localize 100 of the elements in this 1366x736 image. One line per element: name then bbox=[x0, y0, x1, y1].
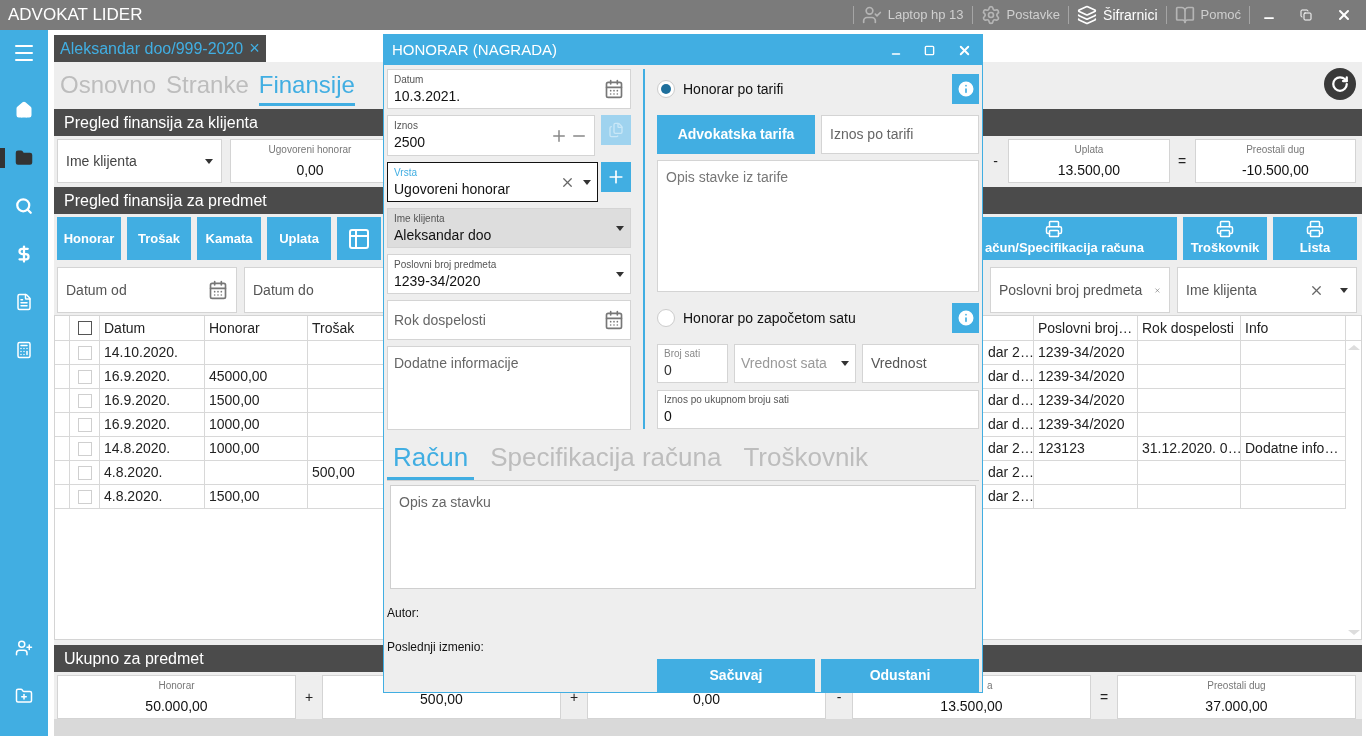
operator: - bbox=[992, 151, 999, 171]
table-cell-text: 4.8.2020. bbox=[104, 487, 163, 506]
tariff-amount-field[interactable]: Iznos po tarifi bbox=[821, 115, 979, 154]
column-header[interactable]: Rok dospelosti bbox=[1138, 316, 1241, 340]
home-icon bbox=[15, 101, 33, 119]
close-icon[interactable]: × bbox=[249, 35, 260, 62]
table-cell-text: 1239-34/2020 bbox=[1038, 415, 1125, 434]
table-cell-text: dar 2… bbox=[988, 343, 1033, 362]
date-field[interactable]: Datum od bbox=[57, 267, 237, 313]
caret-icon bbox=[205, 158, 213, 164]
type-dropdown[interactable]: Vrsta Ugovoreni honorar bbox=[387, 162, 598, 202]
info-button[interactable] bbox=[952, 303, 979, 333]
radio-option[interactable]: Honorar po započetom satu bbox=[657, 307, 856, 329]
tariff-description-field[interactable]: Opis stavke iz tarife bbox=[657, 160, 979, 292]
date-field[interactable]: Datum do bbox=[244, 267, 383, 313]
table-cell-text: 1500,00 bbox=[209, 391, 260, 410]
document-icon bbox=[15, 293, 33, 311]
calculator-icon bbox=[15, 341, 33, 359]
table-cell-text: 500,00 bbox=[312, 463, 355, 482]
add-button[interactable] bbox=[601, 162, 631, 192]
app-title: ADVOKAT LIDER bbox=[7, 4, 143, 27]
operator: + bbox=[303, 687, 315, 707]
table-cell-text: 1500,00 bbox=[209, 487, 260, 506]
printer-icon bbox=[1306, 219, 1324, 238]
calendar-icon bbox=[604, 310, 624, 330]
table-cell-text: dar 2… bbox=[988, 487, 1033, 506]
date-field[interactable]: Datum 10.3.2021. bbox=[387, 69, 631, 109]
table-cell-text: 16.9.2020. bbox=[104, 391, 171, 410]
info-button[interactable] bbox=[952, 74, 979, 104]
table-cell-text: dar d… bbox=[988, 391, 1033, 410]
menu-item[interactable]: Šifrarnici bbox=[1069, 0, 1166, 30]
total-label: Preostali dug bbox=[1246, 142, 1305, 157]
table-cell-text: dar d… bbox=[988, 367, 1033, 386]
table-cell-text: dar d… bbox=[988, 415, 1033, 434]
calendar-icon bbox=[208, 280, 228, 300]
caret-icon bbox=[616, 271, 624, 277]
book-icon bbox=[1174, 5, 1195, 25]
calendar-icon bbox=[604, 79, 624, 99]
total-value: 500,00 bbox=[420, 689, 463, 709]
operator: = bbox=[1177, 151, 1188, 171]
close-icon[interactable] bbox=[1336, 7, 1352, 23]
operator: = bbox=[1098, 687, 1110, 707]
refresh-button[interactable] bbox=[1324, 68, 1356, 100]
caret-icon bbox=[583, 179, 591, 185]
amount-field[interactable]: Iznos 2500 bbox=[387, 115, 595, 156]
checkbox[interactable] bbox=[77, 321, 92, 335]
total-value: 0,00 bbox=[296, 160, 324, 180]
printer-icon bbox=[1216, 219, 1234, 238]
total-label: Uplata bbox=[1074, 142, 1104, 157]
table-cell-text: dar 2… bbox=[988, 463, 1033, 482]
stack-icon bbox=[1077, 5, 1098, 25]
table-cell-text: 1239-34/2020 bbox=[1038, 343, 1125, 362]
hours-field[interactable]: Broj sati 0 bbox=[657, 344, 728, 383]
table-cell-text: 4.8.2020. bbox=[104, 463, 163, 482]
info-icon bbox=[955, 79, 976, 99]
total-value: 0,00 bbox=[692, 689, 721, 709]
date-field[interactable]: Rok dospelosti bbox=[387, 300, 631, 340]
column-header[interactable]: Info bbox=[1241, 316, 1346, 340]
document-tab[interactable]: Aleksandar doo/999-2020 × bbox=[54, 35, 266, 62]
column-header[interactable]: Datum bbox=[100, 316, 205, 340]
table-cell-text: 123123 bbox=[1038, 439, 1085, 458]
copy-icon bbox=[608, 122, 624, 138]
settings-icon bbox=[980, 5, 1001, 25]
table-cell-text: 1239-34/2020 bbox=[1038, 391, 1125, 410]
scroll-down-icon[interactable] bbox=[1347, 630, 1360, 635]
radio-option[interactable]: Honorar po tarifi bbox=[657, 78, 784, 100]
scroll-up-icon[interactable] bbox=[1347, 345, 1360, 350]
caret-icon bbox=[1340, 287, 1348, 293]
restore-icon[interactable] bbox=[1300, 9, 1312, 21]
search-icon bbox=[15, 197, 33, 215]
hours-total-field[interactable]: Iznos po ukupnom broju sati 0 bbox=[657, 390, 979, 429]
client-dropdown[interactable]: Ime klijenta bbox=[57, 139, 222, 183]
total-value: 13.500,00 bbox=[1057, 160, 1120, 180]
dialog-title: HONORAR (NAGRADA) bbox=[392, 39, 557, 60]
total-value: 13.500,00 bbox=[940, 696, 1003, 716]
table-edit-button[interactable] bbox=[337, 217, 381, 260]
dropdown-field[interactable]: Poslovni broj predmeta 1239-34/2020 bbox=[387, 254, 631, 294]
refresh-icon bbox=[1331, 75, 1349, 93]
filter-field[interactable]: Ime klijenta bbox=[1177, 267, 1357, 313]
folder-icon bbox=[15, 149, 33, 167]
value-field[interactable]: Vrednost bbox=[862, 344, 979, 383]
info-icon bbox=[955, 308, 976, 328]
item-description-field[interactable]: Opis za stavku bbox=[390, 485, 976, 589]
hour-rate-dropdown[interactable]: Vrednost sata bbox=[734, 344, 856, 383]
column-header[interactable]: Poslovni broj… bbox=[1034, 316, 1138, 340]
table-cell-text: 14.10.2020. bbox=[104, 343, 178, 362]
caret-icon bbox=[841, 361, 849, 366]
notes-field[interactable]: Dodatne informacije bbox=[387, 346, 631, 430]
total-label: Honorar bbox=[158, 678, 195, 693]
table-cell-text: Dodatne info… bbox=[1245, 439, 1339, 458]
total-value: 37.000,00 bbox=[1205, 696, 1268, 716]
total-value: -10.500,00 bbox=[1241, 160, 1309, 180]
table-cell-text: 1239-34/2020 bbox=[1038, 367, 1125, 386]
dollar-icon bbox=[15, 245, 33, 263]
filter-field[interactable]: Poslovni broj predmeta bbox=[990, 267, 1170, 313]
maximize-icon[interactable] bbox=[924, 44, 935, 56]
section-title: Pregled finansija za predmet bbox=[64, 190, 267, 211]
selection-marker bbox=[0, 148, 5, 168]
table-cell-text: 45000,00 bbox=[209, 367, 268, 386]
column-header[interactable]: Honorar bbox=[205, 316, 308, 340]
